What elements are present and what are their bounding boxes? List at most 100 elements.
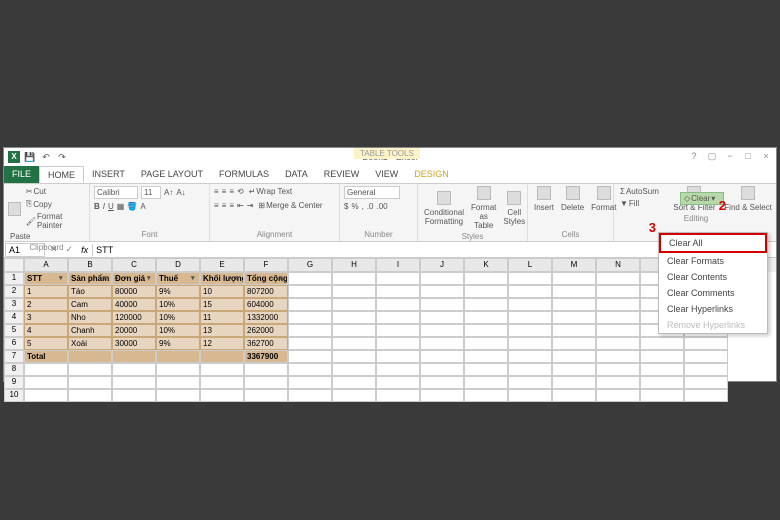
cell[interactable] bbox=[640, 363, 684, 376]
cell[interactable] bbox=[640, 350, 684, 363]
format-table-icon[interactable] bbox=[477, 186, 491, 200]
cell[interactable] bbox=[596, 324, 640, 337]
cell[interactable] bbox=[596, 337, 640, 350]
font-color-icon[interactable]: A bbox=[140, 202, 145, 211]
fill-color-icon[interactable]: 🪣 bbox=[127, 202, 137, 211]
cell[interactable]: 13 bbox=[200, 324, 244, 337]
align-center-icon[interactable]: ≡ bbox=[222, 201, 227, 210]
cell[interactable] bbox=[464, 337, 508, 350]
italic-button[interactable]: I bbox=[103, 202, 105, 211]
cell[interactable] bbox=[596, 363, 640, 376]
grow-font-icon[interactable]: A↑ bbox=[164, 188, 173, 197]
cell[interactable]: 40000 bbox=[112, 298, 156, 311]
cell[interactable]: 604000 bbox=[244, 298, 288, 311]
cell[interactable] bbox=[464, 324, 508, 337]
delete-icon[interactable] bbox=[566, 186, 580, 200]
align-left-icon[interactable]: ≡ bbox=[214, 201, 219, 210]
cell-styles-icon[interactable] bbox=[507, 191, 521, 205]
row-header[interactable]: 6 bbox=[4, 337, 24, 350]
row-header[interactable]: 10 bbox=[4, 389, 24, 402]
cell[interactable] bbox=[24, 389, 68, 402]
cell[interactable]: 5 bbox=[24, 337, 68, 350]
cell[interactable] bbox=[464, 298, 508, 311]
cell[interactable] bbox=[156, 389, 200, 402]
cell[interactable] bbox=[508, 389, 552, 402]
close-icon[interactable]: × bbox=[758, 151, 774, 163]
cell[interactable] bbox=[552, 311, 596, 324]
cell[interactable]: Thuế▾ bbox=[156, 272, 200, 285]
cell[interactable]: 1 bbox=[24, 285, 68, 298]
conditional-formatting-icon[interactable] bbox=[437, 191, 451, 205]
cell[interactable] bbox=[288, 337, 332, 350]
col-header[interactable]: A bbox=[24, 258, 68, 272]
cell[interactable] bbox=[640, 337, 684, 350]
align-right-icon[interactable]: ≡ bbox=[229, 201, 234, 210]
col-header[interactable]: K bbox=[464, 258, 508, 272]
cell[interactable]: 3 bbox=[24, 311, 68, 324]
tab-file[interactable]: FILE bbox=[4, 166, 39, 183]
cell[interactable] bbox=[508, 363, 552, 376]
cell[interactable] bbox=[68, 376, 112, 389]
col-header[interactable]: I bbox=[376, 258, 420, 272]
align-mid-icon[interactable]: ≡ bbox=[222, 187, 227, 196]
cell[interactable] bbox=[376, 285, 420, 298]
tab-insert[interactable]: INSERT bbox=[84, 166, 133, 183]
col-header[interactable]: J bbox=[420, 258, 464, 272]
paste-button[interactable]: Paste bbox=[8, 231, 32, 242]
dec-decimal-icon[interactable]: .00 bbox=[376, 202, 387, 211]
cell[interactable] bbox=[376, 337, 420, 350]
borders-icon[interactable]: ▦ bbox=[117, 202, 125, 211]
bold-button[interactable]: B bbox=[94, 202, 100, 211]
cell[interactable] bbox=[112, 389, 156, 402]
cell[interactable]: 10% bbox=[156, 311, 200, 324]
cell[interactable] bbox=[376, 389, 420, 402]
cell[interactable] bbox=[376, 272, 420, 285]
cell[interactable]: 12 bbox=[200, 337, 244, 350]
cell[interactable] bbox=[420, 311, 464, 324]
cell[interactable] bbox=[156, 350, 200, 363]
cell[interactable] bbox=[420, 363, 464, 376]
paste-icon[interactable] bbox=[8, 202, 21, 216]
cell[interactable] bbox=[332, 272, 376, 285]
row-header[interactable]: 5 bbox=[4, 324, 24, 337]
cell[interactable] bbox=[288, 389, 332, 402]
cell[interactable]: 20000 bbox=[112, 324, 156, 337]
cell[interactable] bbox=[464, 389, 508, 402]
cell[interactable]: 15 bbox=[200, 298, 244, 311]
cell[interactable] bbox=[288, 311, 332, 324]
cell[interactable]: 2 bbox=[24, 298, 68, 311]
cell[interactable] bbox=[684, 350, 728, 363]
cell[interactable] bbox=[112, 363, 156, 376]
cell[interactable] bbox=[508, 311, 552, 324]
cell[interactable] bbox=[508, 285, 552, 298]
cell[interactable] bbox=[376, 363, 420, 376]
cell[interactable] bbox=[420, 337, 464, 350]
cell[interactable] bbox=[332, 376, 376, 389]
cell[interactable] bbox=[552, 298, 596, 311]
align-bot-icon[interactable]: ≡ bbox=[229, 187, 234, 196]
cell[interactable] bbox=[288, 376, 332, 389]
select-all-corner[interactable] bbox=[4, 258, 24, 272]
cell[interactable]: Total bbox=[24, 350, 68, 363]
cell[interactable] bbox=[244, 363, 288, 376]
cell[interactable] bbox=[156, 376, 200, 389]
tab-home[interactable]: HOME bbox=[39, 166, 84, 183]
cell[interactable] bbox=[332, 350, 376, 363]
cell[interactable]: 80000 bbox=[112, 285, 156, 298]
number-format-select[interactable]: General bbox=[344, 186, 400, 199]
help-icon[interactable]: ? bbox=[686, 151, 702, 163]
cell[interactable] bbox=[376, 350, 420, 363]
cell[interactable]: Tổng cộng▾ bbox=[244, 272, 288, 285]
format-icon[interactable] bbox=[597, 186, 611, 200]
col-header[interactable]: F bbox=[244, 258, 288, 272]
cell[interactable]: Khối lượng▾ bbox=[200, 272, 244, 285]
cell[interactable] bbox=[508, 324, 552, 337]
cell[interactable] bbox=[552, 363, 596, 376]
cell[interactable] bbox=[596, 389, 640, 402]
cell[interactable] bbox=[200, 363, 244, 376]
col-header[interactable]: E bbox=[200, 258, 244, 272]
row-header[interactable]: 4 bbox=[4, 311, 24, 324]
cell[interactable] bbox=[200, 350, 244, 363]
inc-decimal-icon[interactable]: .0 bbox=[367, 202, 374, 211]
cell[interactable] bbox=[24, 376, 68, 389]
